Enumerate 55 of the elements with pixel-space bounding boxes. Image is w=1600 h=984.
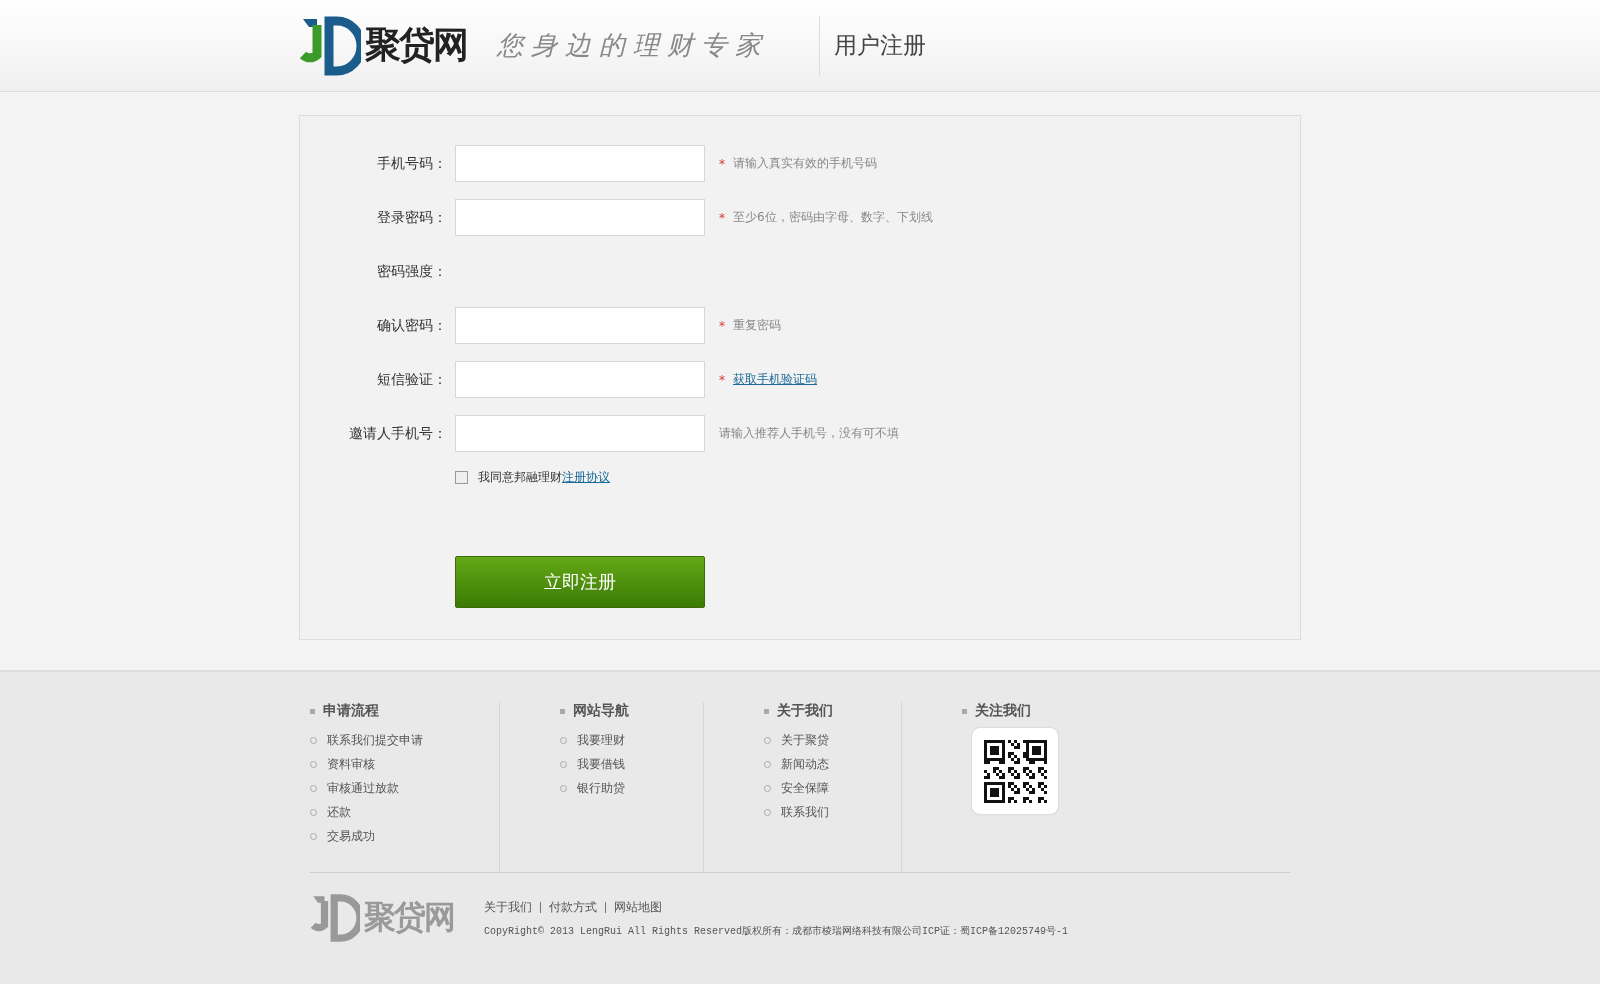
field-hint: 请输入真实有效的手机号码 bbox=[733, 155, 877, 172]
page-title: 用户注册 bbox=[834, 31, 926, 60]
bullet-icon bbox=[962, 708, 967, 714]
footer-link[interactable]: 我要借钱 bbox=[560, 752, 703, 776]
required-mark: * bbox=[719, 318, 725, 333]
footer-link[interactable]: 还款 bbox=[310, 800, 499, 824]
input-field[interactable] bbox=[455, 307, 705, 344]
bullet-icon bbox=[764, 708, 769, 714]
bullet-icon bbox=[310, 708, 315, 714]
slogan: 您身边的理财专家 bbox=[497, 29, 769, 62]
column-title: 申请流程 bbox=[323, 702, 379, 720]
column-title: 网站导航 bbox=[573, 702, 629, 720]
footer-nav-link[interactable]: 网站地图 bbox=[614, 898, 662, 916]
required-mark: * bbox=[719, 372, 725, 387]
footer-nav-link[interactable]: 关于我们 bbox=[484, 898, 532, 916]
field-hint: 重复密码 bbox=[733, 317, 781, 334]
required-mark: * bbox=[719, 156, 725, 171]
field-label: 手机号码： bbox=[376, 154, 447, 173]
footer-link[interactable]: 新闻动态 bbox=[764, 752, 901, 776]
input-field[interactable] bbox=[455, 199, 705, 236]
field-hint: 至少6位，密码由字母、数字、下划线 bbox=[733, 209, 933, 226]
bullet-icon bbox=[560, 708, 565, 714]
column-title: 关注我们 bbox=[975, 702, 1031, 720]
register-button[interactable]: 立即注册 bbox=[455, 556, 705, 608]
field-label: 登录密码： bbox=[376, 208, 447, 227]
input-field[interactable] bbox=[455, 361, 705, 398]
footer-logo-text: 聚贷网 bbox=[364, 897, 454, 938]
agree-text: 我同意邦融理财 bbox=[478, 469, 562, 486]
footer-link[interactable]: 我要理财 bbox=[560, 728, 703, 752]
footer-nav-link[interactable]: 付款方式 bbox=[549, 898, 597, 916]
footer-link[interactable]: 安全保障 bbox=[764, 776, 901, 800]
field-hint: 请输入推荐人手机号，没有可不填 bbox=[719, 425, 899, 442]
field-label: 确认密码： bbox=[376, 316, 447, 335]
field-label: 密码强度： bbox=[376, 262, 447, 281]
column-title: 关于我们 bbox=[777, 702, 833, 720]
qr-code-icon bbox=[983, 739, 1047, 803]
agree-checkbox[interactable] bbox=[455, 471, 468, 484]
footer-link[interactable]: 关于聚贷 bbox=[764, 728, 901, 752]
agreement-link[interactable]: 注册协议 bbox=[562, 469, 610, 486]
footer-link[interactable]: 银行助贷 bbox=[560, 776, 703, 800]
field-label: 短信验证： bbox=[376, 370, 447, 389]
input-field[interactable] bbox=[455, 145, 705, 182]
logo-mark-icon bbox=[310, 893, 360, 943]
logo-text: 聚贷网 bbox=[365, 23, 467, 67]
input-field[interactable] bbox=[455, 415, 705, 452]
logo-mark-icon bbox=[299, 14, 361, 77]
footer-link[interactable]: 联系我们提交申请 bbox=[310, 728, 499, 752]
get-code-link[interactable]: 获取手机验证码 bbox=[733, 371, 817, 388]
copyright-text: CopyRight© 2013 LengRui All Rights Reserved版权所有：成都市棱瑞网络科技有限公司ICP证：蜀ICP备12025749号-1 bbox=[484, 924, 1069, 938]
footer-link[interactable]: 交易成功 bbox=[310, 824, 499, 848]
footer-link[interactable]: 审核通过放款 bbox=[310, 776, 499, 800]
footer-link[interactable]: 资料审核 bbox=[310, 752, 499, 776]
required-mark: * bbox=[719, 210, 725, 225]
field-label: 邀请人手机号： bbox=[348, 424, 447, 443]
footer-link[interactable]: 联系我们 bbox=[764, 800, 901, 824]
